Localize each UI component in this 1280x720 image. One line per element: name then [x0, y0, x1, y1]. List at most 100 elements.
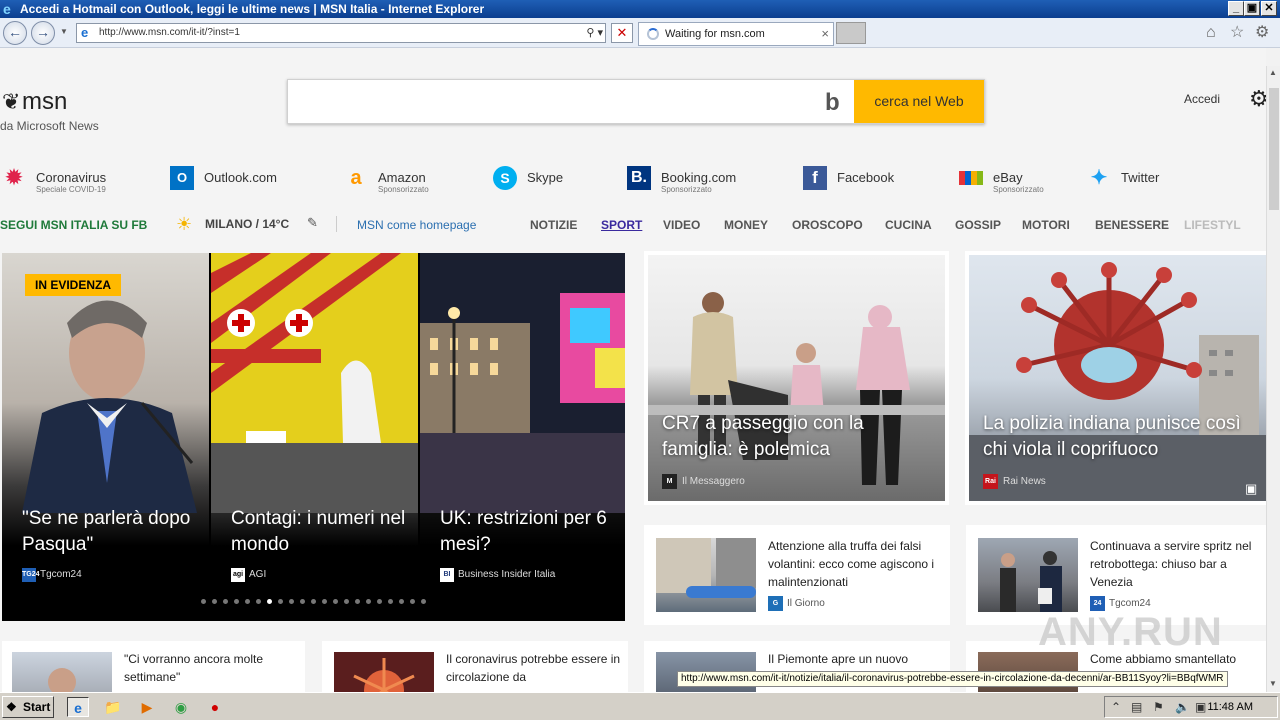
carousel-dot[interactable] [212, 599, 217, 604]
taskbar-stop-icon[interactable]: ● [204, 697, 226, 717]
nav-video[interactable]: VIDEO [663, 218, 700, 232]
slide-title[interactable]: "Se ne parlerà dopo Pasqua" [22, 506, 202, 558]
carousel-dot[interactable] [344, 599, 349, 604]
slide-title[interactable]: Contagi: i numeri nel mondo [231, 506, 411, 558]
taskbar-clock[interactable]: 11:48 AM [1207, 697, 1253, 717]
carousel-dot[interactable] [201, 599, 206, 604]
follow-fb-link[interactable]: SEGUI MSN ITALIA SU FB [0, 218, 147, 232]
tab-close-icon[interactable]: × [821, 23, 829, 45]
card-photo-art [969, 262, 1266, 501]
edit-pencil-icon[interactable]: ✎ [307, 215, 318, 231]
tray-display-icon[interactable]: ▣ [1195, 697, 1206, 717]
nav-lifestyle[interactable]: LIFESTYL [1184, 218, 1241, 232]
history-dropdown-icon[interactable]: ▼ [60, 27, 68, 36]
carousel-dot[interactable] [399, 599, 404, 604]
carousel-dot[interactable] [355, 599, 360, 604]
carousel-dot[interactable] [322, 599, 327, 604]
minimize-button[interactable]: _ [1228, 1, 1244, 16]
card-source: G Il Giorno [768, 596, 825, 611]
news-card-small[interactable]: Il coronavirus potrebbe essere in circol… [322, 641, 628, 692]
tray-network-icon[interactable]: ▤ [1131, 697, 1142, 717]
slide-title[interactable]: UK: restrizioni per 6 mesi? [440, 506, 620, 558]
card-title[interactable]: Il Piemonte apre un nuovo [768, 650, 944, 668]
source-name: Il Messaggero [682, 476, 745, 487]
new-tab-button[interactable] [836, 22, 866, 44]
tray-expand-icon[interactable]: ⌃ [1111, 697, 1121, 717]
card-title[interactable]: "Ci vorranno ancora molte settimane" [124, 650, 300, 686]
home-icon[interactable]: ⌂ [1206, 24, 1216, 42]
carousel-dot[interactable] [223, 599, 228, 604]
address-bar[interactable]: e http://www.msn.com/it-it/?inst=1 ⚲ ▾ [76, 23, 606, 43]
address-text: http://www.msn.com/it-it/?inst=1 [99, 27, 240, 38]
carousel-dot[interactable] [234, 599, 239, 604]
restore-button[interactable]: ▣ [1244, 1, 1260, 16]
carousel-dot[interactable] [311, 599, 316, 604]
search-input[interactable]: b cerca nel Web [287, 79, 985, 124]
settings-gear-icon[interactable]: ⚙ [1249, 86, 1266, 112]
card-title[interactable]: Attenzione alla truffa dei falsi volanti… [768, 537, 944, 591]
scrollbar-thumb[interactable] [1269, 88, 1279, 210]
carousel-dot[interactable] [333, 599, 338, 604]
tools-gear-icon[interactable]: ⚙ [1255, 24, 1269, 42]
taskbar-media-player-icon[interactable]: ▶ [136, 697, 158, 717]
news-card-small[interactable]: Attenzione alla truffa dei falsi volanti… [644, 525, 950, 625]
tray-volume-icon[interactable]: 🔈 [1175, 697, 1190, 717]
nav-benessere[interactable]: BENESSERE [1095, 218, 1169, 232]
carousel-pager[interactable] [2, 599, 625, 609]
address-search-icon[interactable]: ⚲ ▾ [586, 25, 603, 41]
card-title[interactable]: La polizia indiana punisce così chi viol… [983, 411, 1253, 463]
back-icon[interactable]: ← [3, 21, 27, 45]
carousel-dot[interactable] [289, 599, 294, 604]
skype-icon: S [493, 166, 517, 190]
homepage-link[interactable]: MSN come homepage [357, 218, 476, 232]
source-name: AGI [249, 569, 267, 580]
carousel-slide[interactable]: Contagi: i numeri nel mondo agi AGI [211, 253, 418, 586]
carousel-dot[interactable] [278, 599, 283, 604]
news-card-small[interactable]: "Ci vorranno ancora molte settimane" [2, 641, 305, 692]
stop-icon[interactable]: ✕ [611, 23, 633, 43]
card-title[interactable]: CR7 a passeggio con la famiglia: è polem… [662, 411, 932, 463]
news-card-large[interactable]: La polizia indiana punisce così chi viol… [965, 251, 1266, 505]
start-button[interactable]: ❖ Start [2, 696, 54, 718]
card-thumbnail [334, 652, 434, 692]
carousel-slide[interactable]: IN EVIDENZA "Se ne parlerà dopo Pasqua" … [2, 253, 209, 586]
scroll-down-icon[interactable]: ▼ [1269, 679, 1277, 688]
card-title[interactable]: Continuava a servire spritz nel retrobot… [1090, 537, 1262, 591]
carousel-dot[interactable] [267, 599, 272, 604]
nav-oroscopo[interactable]: OROSCOPO [792, 218, 863, 232]
nav-sport[interactable]: SPORT [601, 218, 642, 232]
carousel-dot[interactable] [377, 599, 382, 604]
signin-link[interactable]: Accedi [1184, 92, 1220, 106]
vertical-scrollbar[interactable]: ▲ ▼ [1266, 66, 1280, 692]
nav-notizie[interactable]: NOTIZIE [530, 218, 577, 232]
nav-cucina[interactable]: CUCINA [885, 218, 932, 232]
close-window-button[interactable]: ✕ [1261, 1, 1277, 16]
carousel-dot[interactable] [421, 599, 426, 604]
scroll-up-icon[interactable]: ▲ [1269, 68, 1277, 77]
carousel-slide[interactable]: UK: restrizioni per 6 mesi? BI Business I… [420, 253, 625, 586]
carousel-dot[interactable] [245, 599, 250, 604]
source-name: Business Insider Italia [458, 569, 556, 580]
tray-flag-icon[interactable]: ⚑ [1153, 697, 1164, 717]
nav-gossip[interactable]: GOSSIP [955, 218, 1001, 232]
card-title[interactable]: Il coronavirus potrebbe essere in circol… [446, 650, 622, 686]
carousel-dot[interactable] [256, 599, 261, 604]
carousel-dot[interactable] [410, 599, 415, 604]
taskbar-folder-icon[interactable]: 📁 [102, 697, 124, 717]
msn-logo[interactable]: ❦msn [2, 88, 67, 116]
nav-money[interactable]: MONEY [724, 218, 768, 232]
thumbnail-art [1000, 551, 1062, 612]
browser-tab[interactable]: Waiting for msn.com × [638, 22, 834, 46]
news-card-large[interactable]: CR7 a passeggio con la famiglia: è polem… [644, 251, 949, 505]
carousel-dot[interactable] [300, 599, 305, 604]
carousel-dot[interactable] [366, 599, 371, 604]
nav-motori[interactable]: MOTORI [1022, 218, 1070, 232]
taskbar-ie-icon[interactable]: e [67, 697, 89, 717]
search-web-button[interactable]: cerca nel Web [854, 80, 984, 123]
favorites-star-icon[interactable]: ☆ [1230, 24, 1244, 42]
carousel-dot[interactable] [388, 599, 393, 604]
taskbar-chrome-icon[interactable]: ◉ [170, 697, 192, 717]
forward-icon[interactable]: → [31, 21, 55, 45]
weather-location[interactable]: MILANO / 14°C [205, 217, 289, 231]
bing-icon: b [825, 89, 840, 116]
